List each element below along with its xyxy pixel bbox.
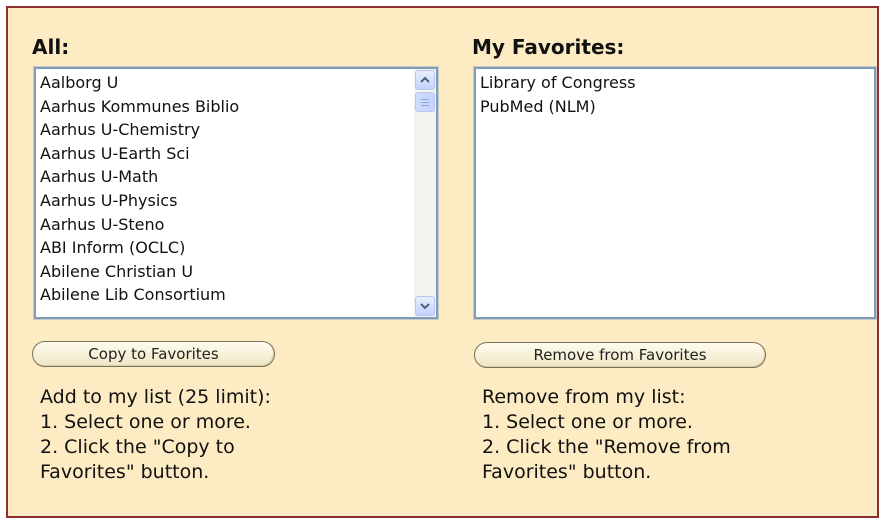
list-item[interactable]: Aarhus U-Physics bbox=[40, 189, 410, 213]
list-item[interactable]: Library of Congress bbox=[480, 71, 870, 95]
all-listbox[interactable]: Aalborg U Aarhus Kommunes Biblio Aarhus … bbox=[33, 66, 439, 320]
list-item[interactable]: Abilene Lib Consortium bbox=[40, 283, 410, 307]
all-list-items: Aalborg U Aarhus Kommunes Biblio Aarhus … bbox=[40, 71, 410, 307]
favorites-manager-panel: All: Aalborg U Aarhus Kommunes Biblio Aa… bbox=[6, 6, 879, 518]
all-list-scrollbar[interactable] bbox=[414, 69, 436, 317]
instruction-line: Favorites" button. bbox=[40, 461, 210, 483]
scroll-down-button[interactable] bbox=[415, 296, 435, 316]
list-item[interactable]: Aarhus U-Chemistry bbox=[40, 118, 410, 142]
list-item[interactable]: PubMed (NLM) bbox=[480, 95, 870, 119]
chevron-up-icon bbox=[420, 76, 430, 83]
instruction-line: Add to my list (25 limit): bbox=[40, 386, 271, 408]
instruction-line: 1. Select one or more. bbox=[40, 411, 251, 433]
instruction-line: 2. Click the "Copy to bbox=[40, 436, 235, 458]
favorites-listbox[interactable]: Library of Congress PubMed (NLM) bbox=[473, 66, 877, 320]
list-item[interactable]: Aarhus U-Earth Sci bbox=[40, 142, 410, 166]
list-item[interactable]: Aarhus U-Steno bbox=[40, 213, 410, 237]
favorites-list-title: My Favorites: bbox=[472, 35, 625, 59]
instruction-line: 2. Click the "Remove from bbox=[482, 436, 731, 458]
all-list-title: All: bbox=[32, 35, 70, 59]
chevron-down-icon bbox=[420, 303, 430, 310]
instruction-line: Favorites" button. bbox=[482, 461, 652, 483]
list-item[interactable]: Aalborg U bbox=[40, 71, 410, 95]
scroll-up-button[interactable] bbox=[415, 70, 435, 90]
list-item[interactable]: Aarhus U-Math bbox=[40, 165, 410, 189]
list-item[interactable]: ABI Inform (OCLC) bbox=[40, 236, 410, 260]
list-item[interactable]: Abilene Christian U bbox=[40, 260, 410, 284]
favorites-list-items: Library of Congress PubMed (NLM) bbox=[480, 71, 870, 118]
instruction-line: Remove from my list: bbox=[482, 386, 686, 408]
remove-from-favorites-button[interactable]: Remove from Favorites bbox=[474, 342, 766, 368]
instruction-line: 1. Select one or more. bbox=[482, 411, 693, 433]
copy-to-favorites-button[interactable]: Copy to Favorites bbox=[32, 341, 275, 367]
remove-instructions: Remove from my list: 1. Select one or mo… bbox=[482, 385, 731, 485]
add-instructions: Add to my list (25 limit): 1. Select one… bbox=[40, 385, 271, 485]
scroll-thumb[interactable] bbox=[415, 92, 435, 112]
list-item[interactable]: Aarhus Kommunes Biblio bbox=[40, 95, 410, 119]
